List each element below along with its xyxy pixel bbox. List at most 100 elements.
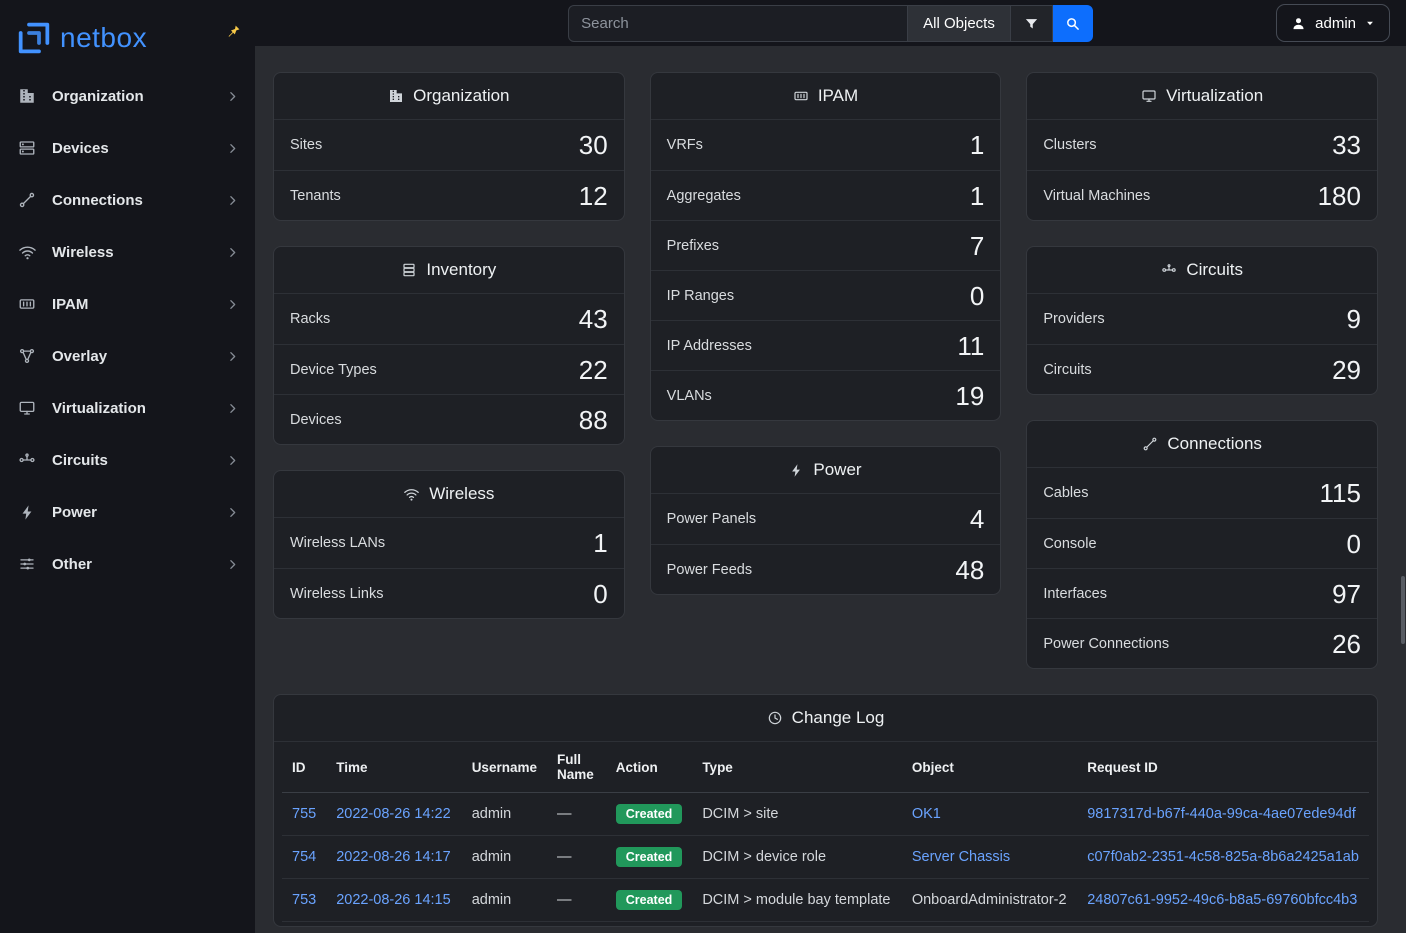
stat-link[interactable]: Device Types (290, 362, 377, 378)
changelog-time-link[interactable]: 2022-08-26 14:22 (336, 806, 451, 822)
stat-link[interactable]: Tenants (290, 188, 341, 204)
sidebar-item-virtualization[interactable]: Virtualization (0, 382, 255, 434)
connections-card-header: Connections (1027, 421, 1377, 468)
stat-link[interactable]: Circuits (1043, 362, 1091, 378)
stat-value[interactable]: 180 (1318, 183, 1361, 209)
sidebar-item-overlay[interactable]: Overlay (0, 330, 255, 382)
table-row: 755 2022-08-26 14:22 admin — Created DCI… (282, 793, 1369, 836)
stat-row: Racks 43 (274, 294, 624, 344)
building-icon (388, 88, 404, 104)
changelog-time-link[interactable]: 2022-08-26 14:15 (336, 892, 451, 908)
change-log-table: ID Time Username Full Name Action Type O… (282, 742, 1369, 922)
stat-value[interactable]: 0 (970, 283, 984, 309)
sidebar-item-power[interactable]: Power (0, 486, 255, 538)
search-submit-button[interactable] (1053, 5, 1093, 42)
changelog-id-link[interactable]: 754 (292, 849, 316, 865)
sidebar-item-label: Wireless (52, 244, 212, 261)
stat-value[interactable]: 97 (1332, 581, 1361, 607)
ipam-card: IPAM VRFs 1 Aggregates 1 Prefixes 7 (650, 72, 1002, 421)
stat-row: Console 0 (1027, 518, 1377, 568)
filter-button[interactable] (1011, 5, 1053, 42)
stat-link[interactable]: Aggregates (667, 188, 741, 204)
sidebar-item-wireless[interactable]: Wireless (0, 226, 255, 278)
stat-value[interactable]: 7 (970, 233, 984, 259)
wireless-card-header: Wireless (274, 471, 624, 518)
stat-value[interactable]: 19 (955, 383, 984, 409)
search-input[interactable] (568, 5, 908, 42)
netbox-logo[interactable]: netbox (14, 18, 147, 58)
stat-link[interactable]: Cables (1043, 485, 1088, 501)
changelog-id-link[interactable]: 755 (292, 806, 316, 822)
stat-link[interactable]: Interfaces (1043, 586, 1107, 602)
stat-row: Power Panels 4 (651, 494, 1001, 544)
changelog-object-link[interactable]: Server Chassis (912, 849, 1010, 865)
stat-link[interactable]: Power Panels (667, 511, 756, 527)
transit-icon (1161, 262, 1177, 278)
col-header-request-id: Request ID (1077, 742, 1369, 793)
sidebar-item-other[interactable]: Other (0, 538, 255, 590)
stat-link[interactable]: IP Ranges (667, 288, 734, 304)
stat-link[interactable]: Racks (290, 311, 330, 327)
stat-value[interactable]: 1 (970, 183, 984, 209)
stat-link[interactable]: Devices (290, 412, 342, 428)
stat-value[interactable]: 12 (579, 183, 608, 209)
sidebar-item-circuits[interactable]: Circuits (0, 434, 255, 486)
stat-link[interactable]: Prefixes (667, 238, 719, 254)
sidebar-item-ipam[interactable]: IPAM (0, 278, 255, 330)
stat-value[interactable]: 11 (957, 333, 984, 359)
stat-value[interactable]: 115 (1320, 480, 1361, 506)
inventory-card: Inventory Racks 43 Device Types 22 Devic… (273, 246, 625, 445)
stat-link[interactable]: Power Feeds (667, 562, 752, 578)
stat-value[interactable]: 48 (955, 557, 984, 583)
sidebar-item-devices[interactable]: Devices (0, 122, 255, 174)
changelog-time-link[interactable]: 2022-08-26 14:17 (336, 849, 451, 865)
stat-link[interactable]: Virtual Machines (1043, 188, 1150, 204)
changelog-object-link[interactable]: OK1 (912, 806, 941, 822)
stat-value[interactable]: 33 (1332, 132, 1361, 158)
stat-link[interactable]: Power Connections (1043, 636, 1169, 652)
stat-link[interactable]: Wireless Links (290, 586, 383, 602)
changelog-full-name: — (547, 879, 606, 922)
stat-value[interactable]: 0 (593, 581, 607, 607)
chevron-right-icon (226, 506, 239, 519)
virtualization-card: Virtualization Clusters 33 Virtual Machi… (1026, 72, 1378, 221)
user-menu-button[interactable]: admin (1276, 4, 1390, 42)
chevron-right-icon (226, 90, 239, 103)
stat-value[interactable]: 9 (1347, 306, 1361, 332)
stat-link[interactable]: Clusters (1043, 137, 1096, 153)
stat-value[interactable]: 26 (1332, 631, 1361, 657)
sidebar-item-label: IPAM (52, 296, 212, 313)
stat-link[interactable]: Providers (1043, 311, 1104, 327)
stat-link[interactable]: VRFs (667, 137, 703, 153)
chevron-right-icon (226, 350, 239, 363)
changelog-request-id-link[interactable]: 9817317d-b67f-440a-99ca-4ae07ede94df (1087, 806, 1355, 822)
changelog-request-id-link[interactable]: 24807c61-9952-49c6-b8a5-69760bfcc4b3 (1087, 892, 1357, 908)
stat-link[interactable]: Console (1043, 536, 1096, 552)
search-scope-button[interactable]: All Objects (908, 5, 1011, 42)
stat-link[interactable]: VLANs (667, 388, 712, 404)
circuits-card-header: Circuits (1027, 247, 1377, 294)
stat-value[interactable]: 4 (970, 506, 984, 532)
stat-value[interactable]: 29 (1332, 357, 1361, 383)
stat-value[interactable]: 0 (1347, 531, 1361, 557)
topbar: All Objects admin (255, 0, 1406, 46)
stat-row: Aggregates 1 (651, 170, 1001, 220)
sidebar-item-organization[interactable]: Organization (0, 70, 255, 122)
stat-link[interactable]: Sites (290, 137, 322, 153)
stat-value[interactable]: 30 (579, 132, 608, 158)
stat-row: Sites 30 (274, 120, 624, 170)
stat-value[interactable]: 43 (579, 306, 608, 332)
changelog-request-id-link[interactable]: c07f0ab2-2351-4c58-825a-8b6a2425a1ab (1087, 849, 1359, 865)
pin-sidebar-icon[interactable] (226, 24, 241, 39)
counter-icon (16, 295, 38, 313)
change-log-header: Change Log (274, 695, 1377, 742)
changelog-id-link[interactable]: 753 (292, 892, 316, 908)
stat-value[interactable]: 88 (579, 407, 608, 433)
stat-link[interactable]: IP Addresses (667, 338, 752, 354)
stat-link[interactable]: Wireless LANs (290, 535, 385, 551)
stat-value[interactable]: 1 (970, 132, 984, 158)
scrollbar-thumb[interactable] (1401, 576, 1405, 644)
sidebar-item-connections[interactable]: Connections (0, 174, 255, 226)
stat-value[interactable]: 22 (579, 357, 608, 383)
stat-value[interactable]: 1 (593, 530, 607, 556)
